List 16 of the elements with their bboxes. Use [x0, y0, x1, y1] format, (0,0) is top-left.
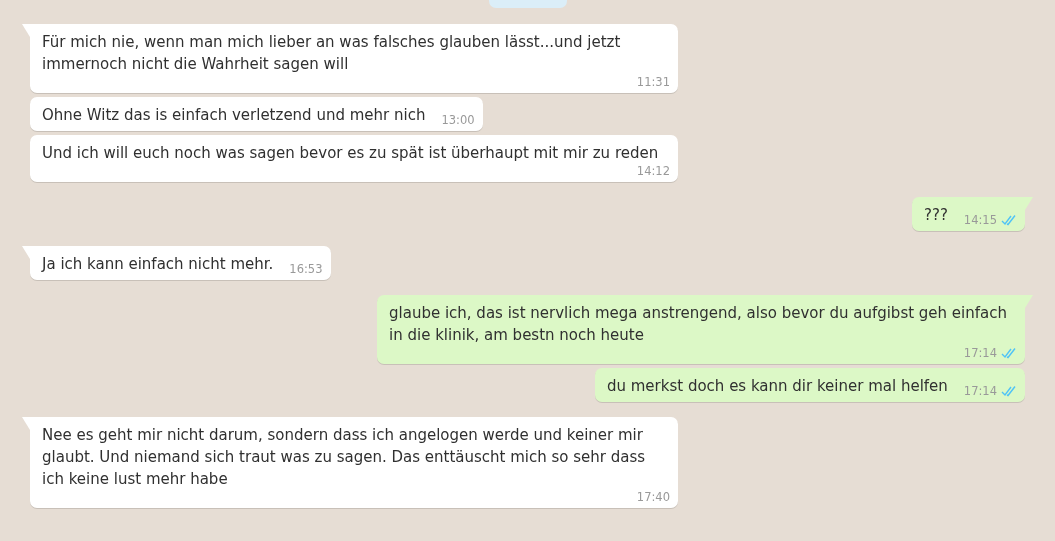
message-text: Für mich nie, wenn man mich lieber an was falsches glauben lässt...und jetzt immernoch nicht die Wahrheit sagen will [42, 32, 622, 75]
message-text: ??? [923, 205, 948, 226]
message-time: 17:40 [636, 490, 670, 505]
message-text: Nee es geht mir nicht darum, sondern dass ich angelogen werde und keiner mir glaubt. Und niemand sich traut was zu sagen. Das enttäuscht mich so sehr dass ich keine lust mehr habe [42, 425, 647, 490]
message-time: 16:53 [289, 262, 323, 277]
message-time: 14:15 [963, 213, 997, 228]
message-time: 14:12 [636, 164, 670, 179]
message-text: Und ich will euch noch was sagen bevor es zu spät ist überhaupt mit mir zu reden [42, 143, 659, 164]
message-text: Ja ich kann einfach nicht mehr. [42, 254, 274, 275]
message-time: 17:14 [963, 346, 997, 361]
message-time: 11:31 [636, 75, 670, 90]
message-text: Ohne Witz das is einfach verletzend und mehr nich [42, 105, 426, 126]
message-text: glaube ich, das ist nervlich mega anstrengend, also bevor du aufgibst geh einfach in die klinik, am bestn noch heute [389, 303, 1008, 346]
message-text: du merkst doch es kann dir keiner mal helfen [606, 376, 948, 397]
message-time: 17:14 [963, 384, 997, 399]
message-time: 13:00 [441, 113, 475, 128]
